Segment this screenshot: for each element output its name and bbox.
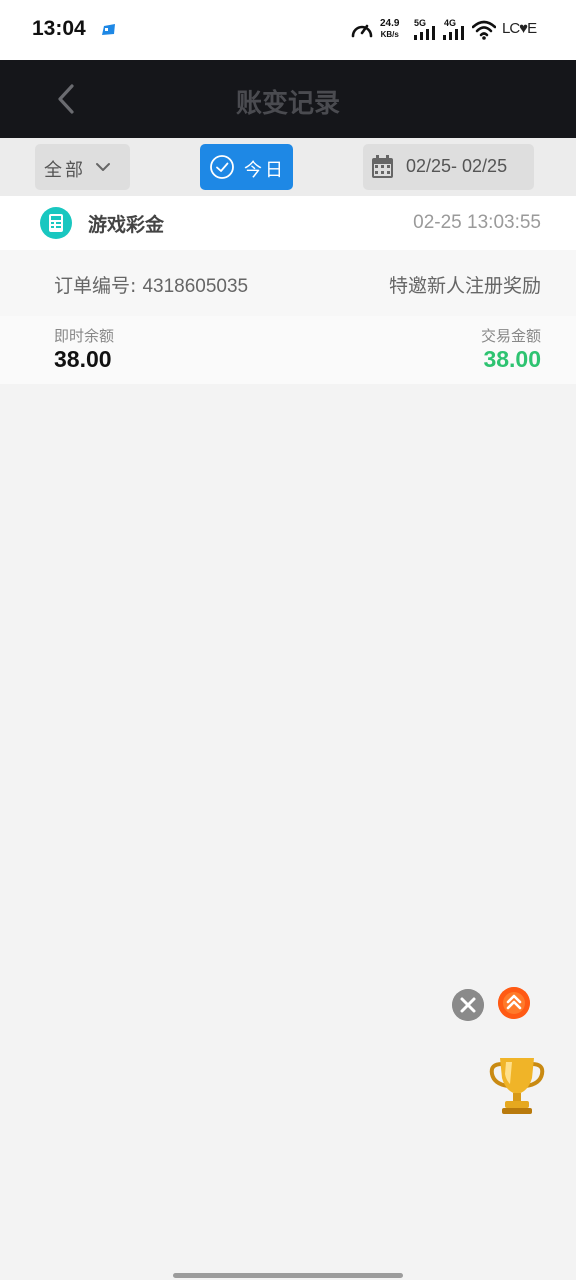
- record-amounts: 即时余额 38.00 交易金额 38.00: [0, 316, 576, 384]
- record-header: 游戏彩金 02-25 13:03:55: [0, 196, 576, 250]
- carrier-label: LC♥E: [502, 20, 537, 37]
- wifi-icon: [472, 20, 496, 40]
- calendar-icon: [372, 155, 393, 178]
- date-range-picker[interactable]: 02/25- 02/25: [363, 144, 534, 190]
- app-notification-icon: [102, 24, 115, 35]
- wallet-icon: [40, 207, 72, 239]
- order-number-label: 订单编号:: [54, 275, 143, 297]
- record-description: 特邀新人注册奖励: [388, 275, 541, 297]
- status-time: 13:04: [32, 17, 86, 40]
- check-circle-icon: [210, 155, 234, 179]
- signal-icon: [443, 26, 464, 40]
- signal-icon: [414, 26, 435, 40]
- today-filter-button[interactable]: 今日: [200, 144, 293, 190]
- network-speed: 24.9 KB/s: [380, 18, 399, 40]
- order-number-value: 4318605035: [142, 276, 249, 297]
- record-type: 游戏彩金: [88, 214, 165, 236]
- amount-label: 交易金额: [480, 327, 541, 345]
- date-range-label: 02/25- 02/25: [406, 156, 508, 176]
- transaction-record[interactable]: 游戏彩金 02-25 13:03:55 订单编号: 4318605035 特邀新…: [0, 196, 576, 384]
- balance-value: 38.00: [54, 346, 112, 372]
- category-dropdown[interactable]: 全部: [35, 144, 130, 190]
- network-speed-unit: KB/s: [380, 30, 399, 39]
- record-detail: 订单编号: 4318605035 特邀新人注册奖励: [0, 250, 576, 316]
- amount-value: 38.00: [483, 346, 541, 372]
- page-title: 账变记录: [235, 89, 340, 119]
- filter-bar: 全部 今日 02/25- 02/25: [0, 138, 576, 196]
- order-number: 订单编号: 4318605035: [54, 271, 248, 298]
- chevron-down-icon: [96, 163, 110, 171]
- trophy-icon[interactable]: [488, 1054, 546, 1116]
- app-header: 账变记录: [0, 60, 576, 138]
- network-speed-value: 24.9: [380, 18, 400, 29]
- today-filter-label: 今日: [244, 160, 286, 181]
- home-indicator[interactable]: [173, 1273, 403, 1278]
- speedometer-icon: [351, 24, 373, 38]
- close-floating-button[interactable]: [452, 989, 484, 1021]
- record-datetime: 02-25 13:03:55: [413, 212, 541, 233]
- category-dropdown-label: 全部: [44, 160, 86, 181]
- balance-label: 即时余额: [54, 327, 115, 345]
- scroll-top-button[interactable]: [498, 987, 530, 1019]
- status-bar: 13:04 24.9 KB/s 5G 4G LC♥E: [0, 0, 576, 60]
